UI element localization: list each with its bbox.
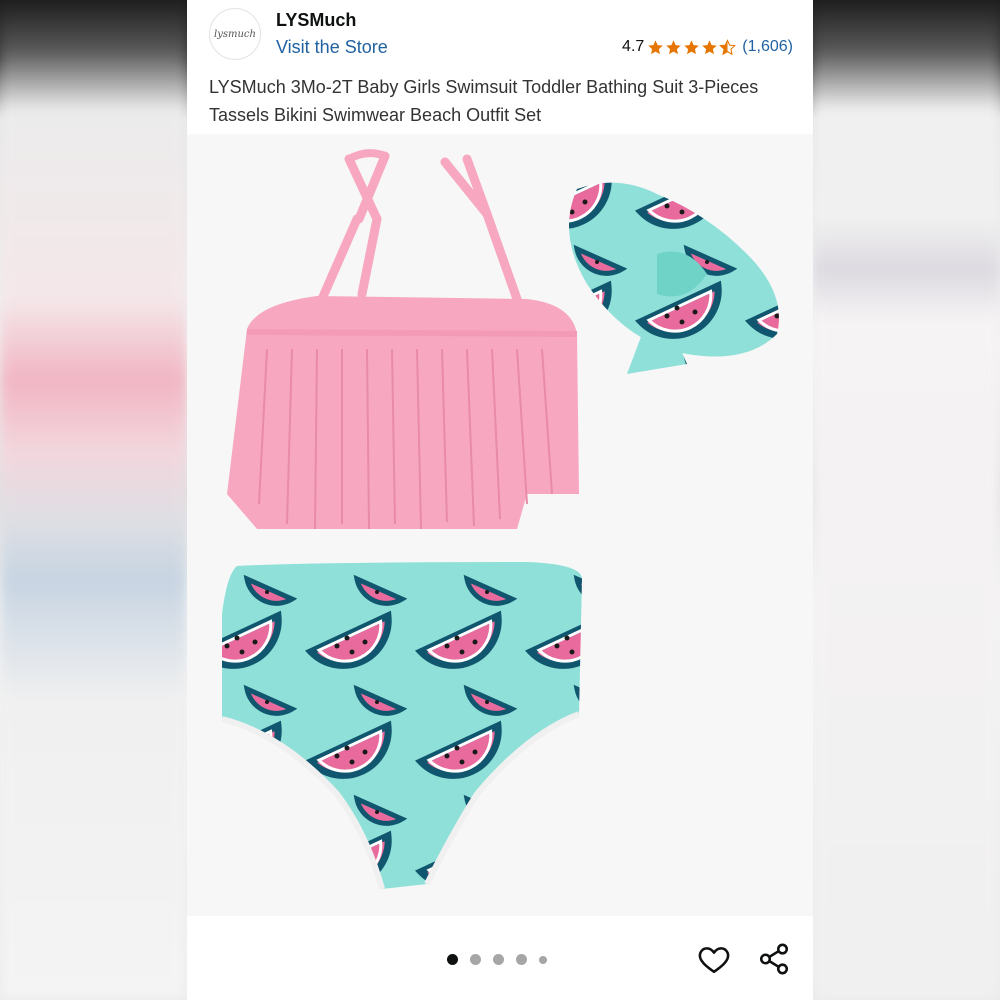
background-blur-left <box>0 0 187 1000</box>
visit-store-link[interactable]: Visit the Store <box>276 37 388 58</box>
bikini-bottoms <box>222 562 582 889</box>
product-card: lysmuch LYSMuch Visit the Store 4.7 (1,6… <box>187 0 813 1000</box>
product-footer <box>187 916 813 1000</box>
star-icon <box>684 39 700 54</box>
star-icon <box>666 39 682 54</box>
carousel-dots <box>447 954 547 965</box>
star-rating <box>647 38 737 56</box>
half-star-icon <box>719 38 737 55</box>
favorite-button[interactable] <box>697 942 731 976</box>
brand-logo[interactable]: lysmuch <box>209 8 261 60</box>
brand-name[interactable]: LYSMuch <box>276 10 356 31</box>
carousel-dot[interactable] <box>493 954 504 965</box>
rating-value: 4.7 <box>622 38 645 55</box>
star-icon <box>648 39 664 54</box>
heart-icon <box>698 947 730 974</box>
product-header: lysmuch LYSMuch Visit the Store 4.7 (1,6… <box>187 0 813 134</box>
carousel-dot[interactable] <box>470 954 481 965</box>
star-icon <box>702 39 718 54</box>
share-icon <box>759 943 789 975</box>
product-photo <box>221 149 779 890</box>
carousel-dot-active[interactable] <box>447 954 458 965</box>
brand-logo-text: lysmuch <box>214 28 256 40</box>
carousel-dot[interactable] <box>539 955 547 964</box>
product-title: LYSMuch 3Mo-2T Baby Girls Swimsuit Toddl… <box>209 77 759 125</box>
share-button[interactable] <box>757 942 791 976</box>
rating-summary[interactable]: 4.7 (1,606) <box>622 38 793 56</box>
review-count-link[interactable]: (1,606) <box>742 38 793 56</box>
background-blur-right <box>813 0 1000 1000</box>
product-image[interactable] <box>187 134 813 916</box>
carousel-dot[interactable] <box>516 954 527 965</box>
